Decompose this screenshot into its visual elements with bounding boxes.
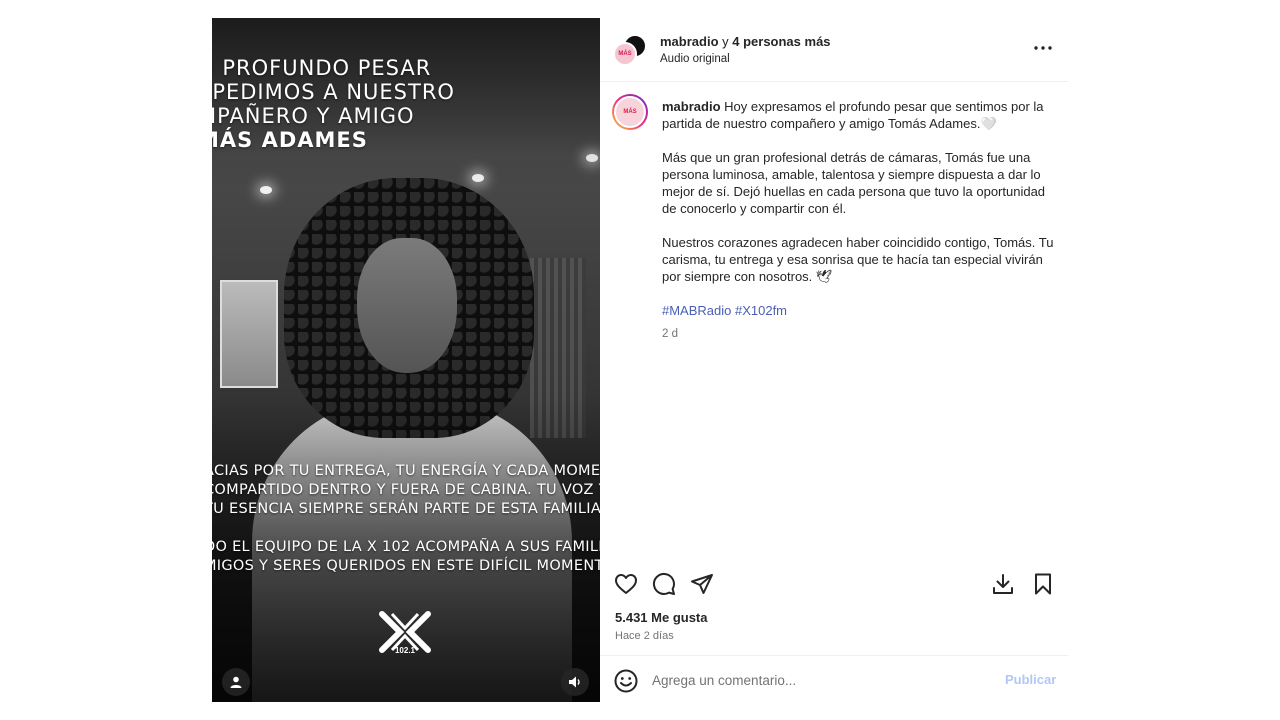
like-button[interactable] [612,570,640,598]
collaborators-link[interactable]: 4 personas más [732,34,830,49]
tagged-users-button[interactable] [222,668,250,696]
headline-line: SPEDIMOS A NUESTRO [212,80,455,104]
caption-paragraph: Nuestros corazones agradecen haber coinc… [662,235,1054,284]
comment-button[interactable] [650,570,678,598]
headline-line: N PROFUNDO PESAR [212,56,432,80]
post-date: Hace 2 días [615,630,674,642]
save-button[interactable] [1029,570,1057,598]
caption-username[interactable]: mabradio [662,99,721,114]
smiley-icon[interactable] [613,668,639,694]
caption-paragraph: Más que un gran profesional detrás de cá… [662,150,1046,216]
speaker-icon [569,676,580,688]
post-header: MÁS mabradio y 4 personas más Audio orig… [600,18,1068,82]
headline-name: MÁS ADAMES [212,128,368,152]
avatar: MÁS [613,42,637,66]
post-author: mabradio y 4 personas más [660,34,831,49]
dove-icon: 🕊 [815,269,833,284]
publish-button[interactable]: Publicar [1005,672,1056,687]
media-body-text: ACIAS POR TU ENTREGA, TU ENERGÍA Y CADA … [212,462,600,576]
audio-link[interactable]: Audio original [660,53,730,65]
media-headline: N PROFUNDO PESAR SPEDIMOS A NUESTRO MPAÑ… [212,56,455,152]
post-side-panel: MÁS mabradio y 4 personas más Audio orig… [600,18,1068,702]
body-line: DO EL EQUIPO DE LA X 102 ACOMPAÑA A SUS … [212,539,600,555]
more-options-button[interactable] [1030,38,1056,58]
send-icon [691,574,713,594]
author-link[interactable]: mabradio [660,34,719,49]
white-heart-icon: 🤍 [980,116,997,131]
comment-icon [652,572,675,595]
more-horizontal-icon [1034,46,1052,50]
download-icon [993,574,1013,594]
comment-input[interactable] [652,670,982,690]
action-bar [600,566,1068,606]
hashtag-links[interactable]: #MABRadio #X102fm [662,302,1054,319]
bookmark-icon [1035,573,1051,595]
body-line: COMPARTIDO DENTRO Y FUERA DE CABINA. TU … [212,482,600,498]
share-button[interactable] [688,570,716,598]
post-media[interactable]: N PROFUNDO PESAR SPEDIMOS A NUESTRO MPAÑ… [212,18,600,702]
like-count[interactable]: 5.431 Me gusta [615,610,708,625]
heart-icon [615,574,637,594]
headline-line: MPAÑERO Y AMIGO [212,104,415,128]
download-button[interactable] [989,570,1017,598]
avatar[interactable]: MÁS [612,94,648,130]
body-line: ACIAS POR TU ENTREGA, TU ENERGÍA Y CADA … [212,463,600,479]
logo-frequency: 102.1 [394,646,416,655]
mute-button[interactable] [561,668,589,696]
caption-timestamp: 2 d [662,328,678,340]
user-tag-icon [230,676,242,688]
body-line: TU ESENCIA SIEMPRE SERÁN PARTE DE ESTA F… [212,501,600,517]
collab-avatars[interactable]: MÁS [613,34,647,68]
comment-form: Publicar [600,655,1068,705]
body-line: MIGOS Y SERES QUERIDOS EN ESTE DIFÍCIL M… [212,558,600,574]
post-caption: MÁS mabradio Hoy expresamos el profundo … [600,82,1068,562]
